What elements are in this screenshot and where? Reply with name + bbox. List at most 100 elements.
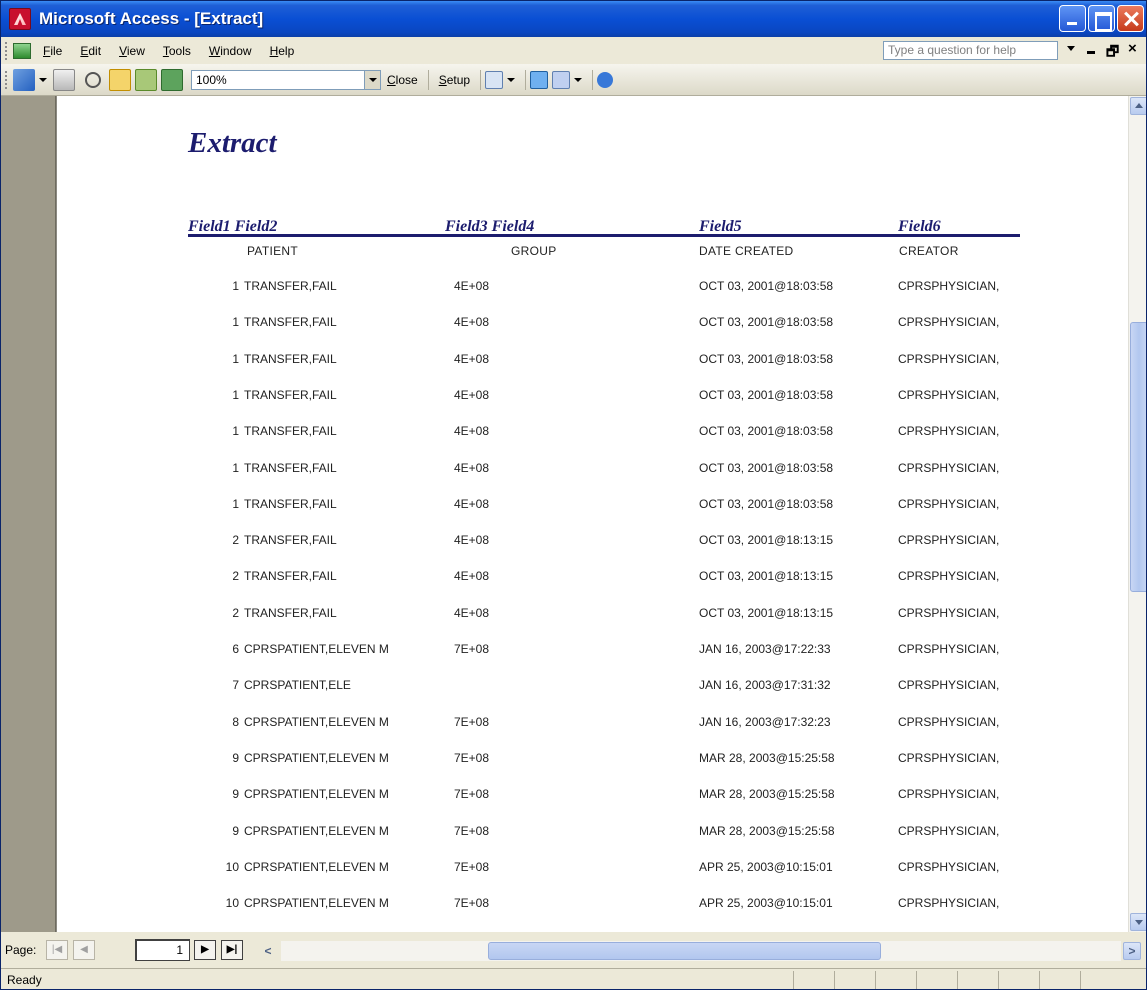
row-date-created: OCT 03, 2001@18:13:15 bbox=[699, 569, 834, 583]
menu-tools[interactable]: Tools bbox=[163, 44, 191, 58]
horizontal-scroll-thumb[interactable] bbox=[488, 942, 881, 960]
scroll-left-icon[interactable]: < bbox=[259, 942, 277, 960]
first-page-icon[interactable]: |◀ bbox=[46, 940, 68, 960]
scroll-right-icon[interactable]: > bbox=[1123, 942, 1141, 960]
close-button[interactable]: Close bbox=[381, 73, 424, 87]
row-patient: TRANSFER,FAIL bbox=[244, 352, 337, 366]
menu-help[interactable]: Help bbox=[270, 44, 295, 58]
menu-edit[interactable]: Edit bbox=[80, 44, 101, 58]
last-page-icon[interactable]: ▶| bbox=[221, 940, 243, 960]
one-page-icon[interactable] bbox=[109, 68, 131, 91]
doc-minimize-icon[interactable] bbox=[1087, 51, 1095, 54]
subheader-group: GROUP bbox=[511, 244, 557, 258]
multiple-pages-icon[interactable] bbox=[161, 68, 183, 91]
menu-tools-rest: ools bbox=[168, 43, 191, 58]
row-number: 9 bbox=[232, 751, 239, 765]
row-patient: TRANSFER,FAIL bbox=[244, 497, 337, 511]
vertical-scroll-thumb[interactable] bbox=[1130, 322, 1146, 592]
page-number-input[interactable]: 1 bbox=[135, 939, 190, 961]
page-label: Page: bbox=[5, 943, 37, 957]
row-date-created: OCT 03, 2001@18:03:58 bbox=[699, 497, 834, 511]
row-patient: CPRSPATIENT,ELEVEN M bbox=[244, 860, 389, 874]
help-dropdown-icon[interactable] bbox=[1067, 46, 1075, 51]
row-number: 6 bbox=[232, 642, 239, 656]
row-group: 7E+08 bbox=[454, 751, 490, 765]
access-app-icon[interactable] bbox=[9, 8, 31, 30]
row-patient: TRANSFER,FAIL bbox=[244, 533, 337, 547]
menu-view[interactable]: View bbox=[119, 44, 145, 58]
report-row: 7 CPRSPATIENT,ELE JAN 16, 2003@17:31:32 CPR… bbox=[57, 678, 1128, 698]
print-preview-toolbar: 100% Close Setup bbox=[1, 64, 1146, 96]
doc-close-icon[interactable]: × bbox=[1128, 40, 1137, 57]
menu-window[interactable]: Window bbox=[209, 44, 252, 58]
next-page-icon[interactable]: ▶ bbox=[194, 940, 216, 960]
title-bar[interactable]: Microsoft Access - [Extract] bbox=[1, 1, 1146, 37]
office-links-icon[interactable] bbox=[485, 70, 504, 89]
row-creator: CPRSPHYSICIAN, bbox=[898, 424, 1000, 438]
row-creator: CPRSPHYSICIAN, bbox=[898, 497, 1000, 511]
report-window-icon[interactable] bbox=[13, 42, 31, 59]
view-dropdown-icon[interactable] bbox=[39, 77, 47, 82]
row-group: 7E+08 bbox=[454, 715, 490, 729]
two-pages-icon[interactable] bbox=[135, 68, 157, 91]
row-number: 1 bbox=[232, 279, 239, 293]
row-date-created: JAN 16, 2003@17:32:23 bbox=[699, 715, 831, 729]
status-panel bbox=[1080, 971, 1081, 989]
row-group: 4E+08 bbox=[454, 424, 490, 438]
row-patient: TRANSFER,FAIL bbox=[244, 315, 337, 329]
view-icon[interactable] bbox=[13, 68, 35, 91]
setup-button[interactable]: Setup bbox=[433, 73, 476, 87]
maximize-icon[interactable] bbox=[1088, 5, 1115, 32]
row-patient: CPRSPATIENT,ELEVEN M bbox=[244, 751, 389, 765]
row-date-created: APR 25, 2003@10:15:01 bbox=[699, 896, 833, 910]
toolbar-grip[interactable] bbox=[5, 70, 9, 89]
close-icon[interactable] bbox=[1117, 5, 1144, 32]
row-date-created: MAR 28, 2003@15:25:58 bbox=[699, 787, 835, 801]
status-panel bbox=[998, 971, 999, 989]
row-number: 7 bbox=[232, 678, 239, 692]
row-patient: TRANSFER,FAIL bbox=[244, 569, 337, 583]
zoom-select[interactable]: 100% bbox=[191, 69, 381, 90]
prev-page-icon[interactable]: ◀ bbox=[73, 940, 95, 960]
menu-edit-rest: dit bbox=[88, 43, 102, 58]
minimize-icon[interactable] bbox=[1059, 5, 1086, 32]
status-panel bbox=[957, 971, 958, 989]
row-group: 7E+08 bbox=[454, 860, 490, 874]
help-icon[interactable] bbox=[597, 71, 614, 88]
status-panel bbox=[834, 971, 835, 989]
vertical-scrollbar[interactable] bbox=[1128, 96, 1146, 932]
scroll-up-icon[interactable] bbox=[1130, 97, 1146, 115]
zoom-dropdown-icon[interactable] bbox=[364, 70, 380, 89]
print-icon[interactable] bbox=[53, 68, 75, 91]
menu-file[interactable]: File bbox=[43, 44, 62, 58]
row-patient: TRANSFER,FAIL bbox=[244, 606, 337, 620]
scroll-down-icon[interactable] bbox=[1130, 913, 1146, 931]
row-patient: CPRSPATIENT,ELE bbox=[244, 678, 351, 692]
row-creator: CPRSPHYSICIAN, bbox=[898, 315, 1000, 329]
row-creator: CPRSPHYSICIAN, bbox=[898, 606, 1000, 620]
row-creator: CPRSPHYSICIAN, bbox=[898, 787, 1000, 801]
row-patient: TRANSFER,FAIL bbox=[244, 388, 337, 402]
close-rest: lose bbox=[395, 72, 418, 87]
row-creator: CPRSPHYSICIAN, bbox=[898, 279, 1000, 293]
window-controls bbox=[1059, 5, 1144, 32]
row-patient: TRANSFER,FAIL bbox=[244, 461, 337, 475]
doc-restore-icon[interactable]: 🗗 bbox=[1106, 41, 1119, 65]
new-object-icon[interactable] bbox=[552, 70, 571, 89]
row-group: 4E+08 bbox=[454, 388, 490, 402]
record-navigation: Page: |◀ ◀ 1 ▶ ▶| < > bbox=[1, 932, 1146, 968]
database-window-icon[interactable] bbox=[530, 70, 549, 89]
horizontal-scrollbar[interactable] bbox=[281, 941, 1121, 961]
zoom-icon[interactable] bbox=[85, 71, 101, 88]
row-group: 4E+08 bbox=[454, 606, 490, 620]
window-title: Microsoft Access - [Extract] bbox=[39, 9, 264, 28]
report-row: 9 CPRSPATIENT,ELEVEN M 7E+08 MAR 28, 2003@1… bbox=[57, 824, 1128, 844]
office-links-dropdown-icon[interactable] bbox=[507, 77, 516, 82]
row-creator: CPRSPHYSICIAN, bbox=[898, 352, 1000, 366]
menu-grip[interactable] bbox=[5, 41, 9, 60]
new-object-dropdown-icon[interactable] bbox=[574, 77, 583, 82]
row-patient: CPRSPATIENT,ELEVEN M bbox=[244, 642, 389, 656]
help-search-input[interactable]: Type a question for help bbox=[883, 41, 1058, 60]
status-panel bbox=[916, 971, 917, 989]
row-date-created: OCT 03, 2001@18:03:58 bbox=[699, 388, 834, 402]
